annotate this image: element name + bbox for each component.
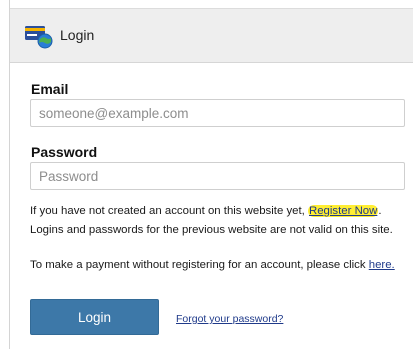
payment-note: To make a payment without registering fo… xyxy=(30,256,410,275)
payment-note-text: To make a payment without registering fo… xyxy=(30,259,369,271)
password-label: Password xyxy=(31,144,98,160)
payment-here-link[interactable]: here. xyxy=(369,259,395,271)
register-note-end: . xyxy=(378,205,382,217)
register-now-link[interactable]: Register Now xyxy=(309,205,377,217)
password-field[interactable] xyxy=(30,162,405,190)
register-highlight: Register Now xyxy=(307,205,379,217)
login-card-globe-icon xyxy=(24,23,54,49)
panel-header: Login xyxy=(10,8,413,63)
panel-title: Login xyxy=(60,27,95,43)
forgot-password-link[interactable]: Forgot your password? xyxy=(176,313,283,325)
email-field[interactable] xyxy=(30,99,405,127)
email-label: Email xyxy=(31,81,69,97)
login-panel: Login Email Password If you have not cre… xyxy=(9,0,413,349)
register-note-text: If you have not created an account on th… xyxy=(30,205,308,217)
login-button[interactable]: Login xyxy=(30,299,159,335)
previous-site-note: Logins and passwords for the previous we… xyxy=(30,224,393,236)
register-note: If you have not created an account on th… xyxy=(30,202,410,221)
